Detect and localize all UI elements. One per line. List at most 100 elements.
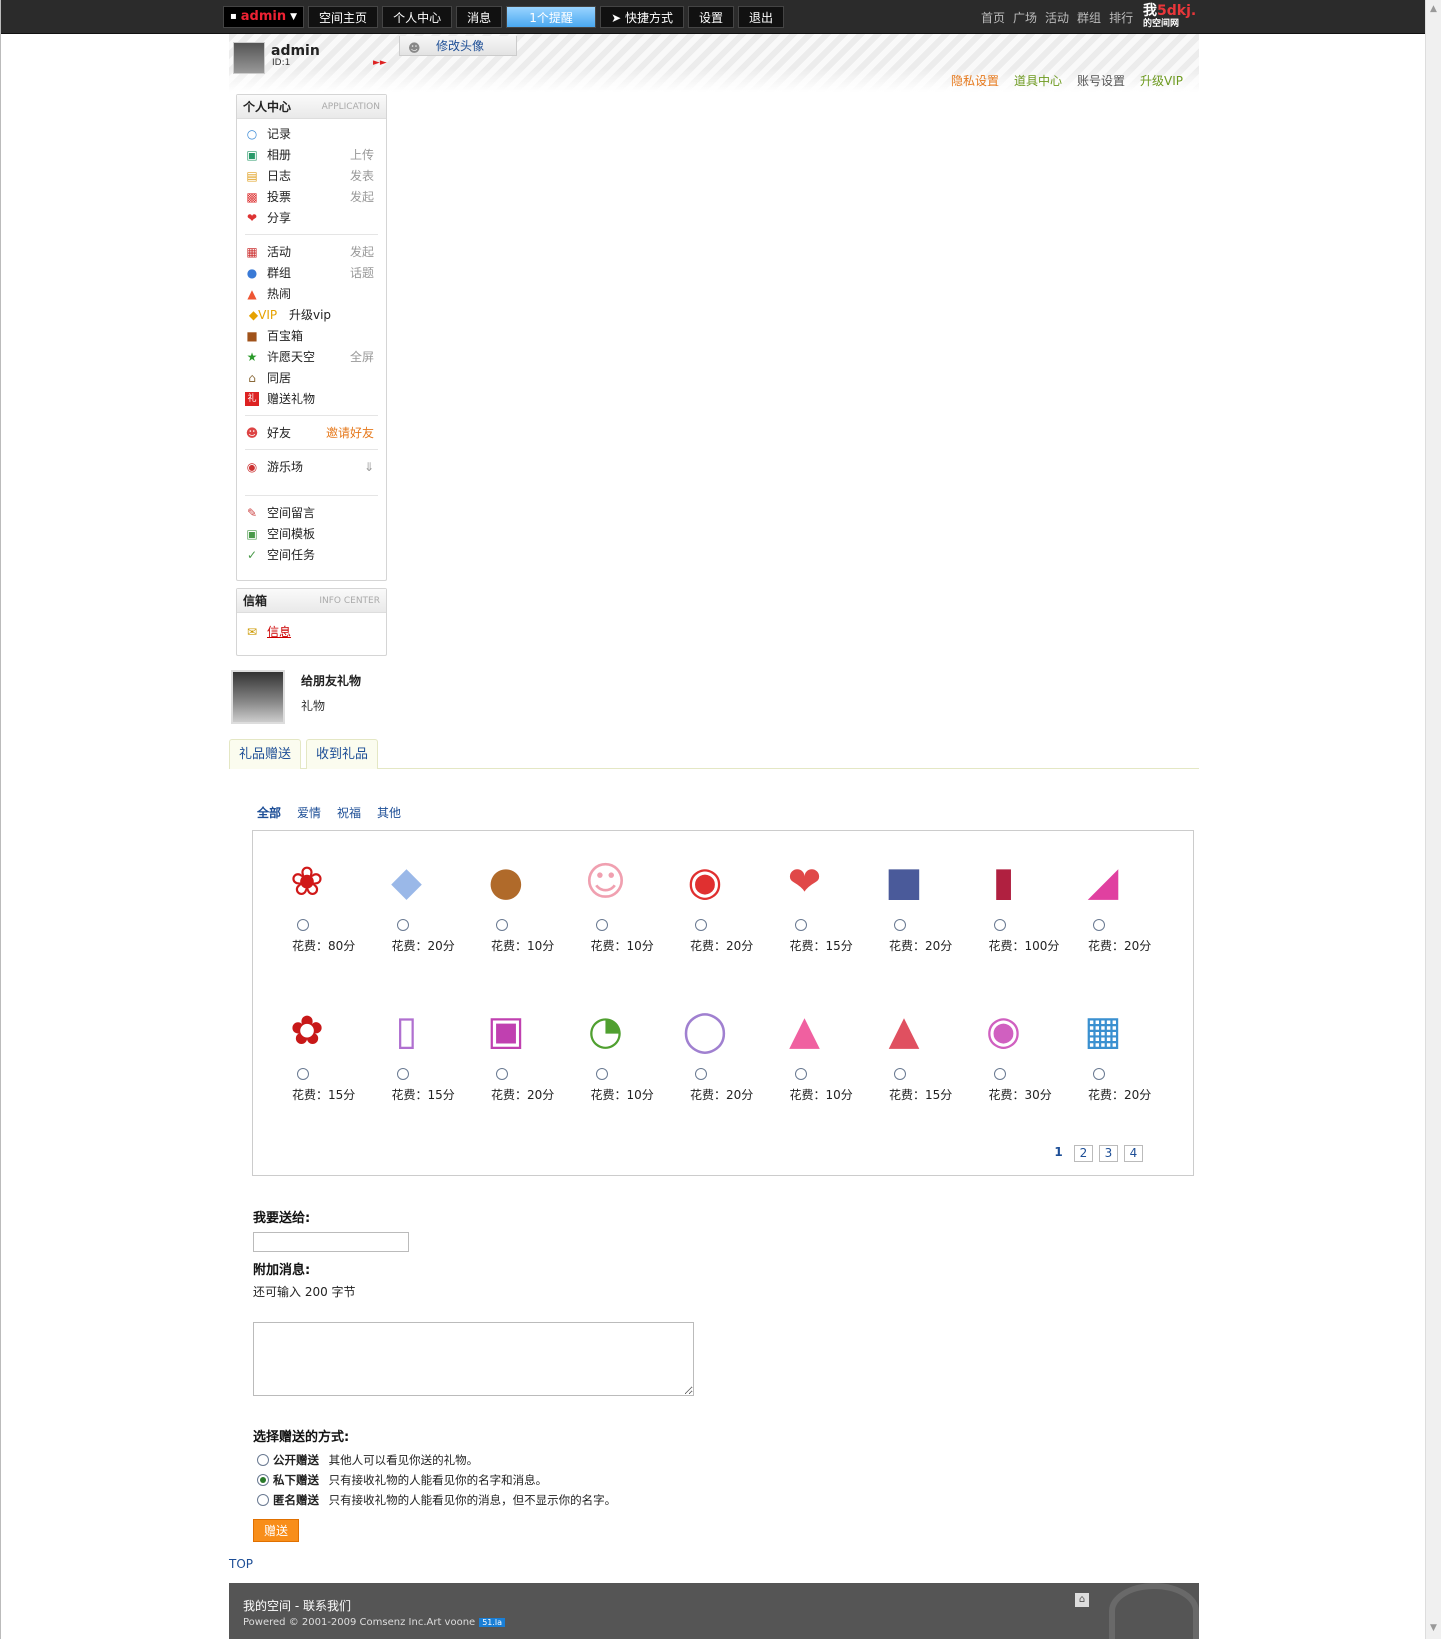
- sidebar-item-poll[interactable]: ▩ 投票 发起: [245, 186, 378, 207]
- diamond-icon[interactable]: ◆: [376, 851, 438, 913]
- sidebar-item-group[interactable]: ● 群组 话题: [245, 262, 378, 283]
- sidebar-item-album[interactable]: ▣ 相册 上传: [245, 144, 378, 165]
- footer-links[interactable]: 我的空间 - 联系我们: [243, 1597, 351, 1614]
- ring-icon[interactable]: ◯: [674, 1000, 736, 1062]
- lollipop-icon[interactable]: ◉: [674, 851, 736, 913]
- gift-radio[interactable]: [993, 1068, 1006, 1080]
- logout-button[interactable]: 退出: [738, 6, 785, 28]
- page-4-link[interactable]: 4: [1124, 1145, 1143, 1162]
- gift-item[interactable]: ▦ 花费：20分: [1068, 1000, 1158, 1103]
- sidebar-item-wish[interactable]: ★ 许愿天空 全屏: [245, 346, 378, 367]
- category-all[interactable]: 全部: [257, 804, 281, 821]
- gift-item[interactable]: ● 花费：10分: [471, 851, 561, 954]
- vertical-scrollbar[interactable]: ▲ ▼: [1425, 0, 1441, 1639]
- sidebar-item-event[interactable]: ▦ 活动 发起: [245, 241, 378, 262]
- perfume-icon[interactable]: ▣: [475, 1000, 537, 1062]
- gift-item[interactable]: ▲ 花费：15分: [869, 1000, 959, 1103]
- recipient-input[interactable]: [253, 1232, 409, 1252]
- gift-radio[interactable]: [297, 1068, 309, 1080]
- sidebar-item-action[interactable]: 全屏: [350, 348, 374, 365]
- option-public[interactable]: 公开赠送 其他人可以看见你送的礼物。: [257, 1452, 478, 1468]
- slippers-icon[interactable]: ◉: [973, 1000, 1035, 1062]
- gift-item[interactable]: ■ 花费：20分: [869, 851, 959, 954]
- cupid-icon[interactable]: ☺: [575, 851, 637, 913]
- gift-radio[interactable]: [794, 1068, 807, 1080]
- gift-radio[interactable]: [396, 1068, 409, 1080]
- sidebar-item-blog[interactable]: ▤ 日志 发表: [245, 165, 378, 186]
- edit-avatar-button[interactable]: ☻ 修改头像: [399, 36, 517, 56]
- love-card-icon[interactable]: ❤: [774, 851, 836, 913]
- shortcut-button[interactable]: ➤ 快捷方式: [600, 6, 684, 28]
- link-ranking[interactable]: 排行: [1109, 9, 1133, 26]
- link-privacy-settings[interactable]: 隐私设置: [951, 72, 999, 89]
- invite-friends-link[interactable]: 邀请好友: [326, 424, 374, 441]
- bouquet-icon[interactable]: ✿: [276, 1000, 338, 1062]
- page-2-link[interactable]: 2: [1074, 1145, 1093, 1162]
- gift-radio[interactable]: [1093, 919, 1105, 931]
- gift-item[interactable]: ▯ 花费：15分: [372, 1000, 462, 1103]
- category-love[interactable]: 爱情: [297, 804, 321, 821]
- sidebar-item-guestbook[interactable]: ✎ 空间留言: [245, 502, 378, 523]
- profile-avatar[interactable]: [231, 670, 285, 724]
- gift-radio[interactable]: [396, 919, 409, 931]
- reminder-button[interactable]: 1个提醒: [506, 6, 597, 28]
- link-events[interactable]: 活动: [1045, 9, 1069, 26]
- sidebar-item-action[interactable]: 发起: [350, 243, 374, 260]
- gift-radio[interactable]: [496, 1068, 508, 1080]
- tab-send-gift[interactable]: 礼品赠送: [229, 739, 302, 769]
- radio-public[interactable]: [257, 1454, 269, 1466]
- radio-private[interactable]: [257, 1474, 269, 1486]
- sidebar-item-action[interactable]: 发起: [350, 188, 374, 205]
- gift-radio[interactable]: [894, 919, 906, 931]
- option-private[interactable]: 私下赠送 只有接收礼物的人能看见你的名字和消息。: [257, 1472, 547, 1488]
- radio-anonymous[interactable]: [257, 1494, 269, 1506]
- gift-radio[interactable]: [1093, 1068, 1105, 1080]
- jelly-icon[interactable]: ▲: [774, 1000, 836, 1062]
- sidebar-item-friends[interactable]: ☻ 好友 邀请好友: [245, 422, 378, 443]
- lovebirds-icon[interactable]: ◔: [575, 1000, 637, 1062]
- gift-item[interactable]: ▲ 花费：10分: [770, 1000, 860, 1103]
- gift-item[interactable]: ◉ 花费：30分: [969, 1000, 1059, 1103]
- popsicle-icon[interactable]: ▯: [376, 1000, 438, 1062]
- message-textarea[interactable]: [253, 1322, 694, 1396]
- teddy-bear-icon[interactable]: ●: [475, 851, 537, 913]
- sidebar-item-vip[interactable]: ◆VIP 升级vip: [245, 304, 378, 325]
- messages-link[interactable]: 信息: [267, 623, 291, 640]
- link-groups[interactable]: 群组: [1077, 9, 1101, 26]
- settings-button[interactable]: 设置: [687, 6, 734, 28]
- scroll-up-icon[interactable]: ▲: [1428, 4, 1439, 16]
- tab-received-gifts[interactable]: 收到礼品: [306, 739, 379, 769]
- link-upgrade-vip[interactable]: 升级VIP: [1140, 72, 1183, 89]
- gift-radio[interactable]: [496, 919, 508, 931]
- gift-item[interactable]: ◆ 花费：20分: [372, 851, 462, 954]
- site-logo[interactable]: 我5dkj. 的空间网: [1143, 4, 1196, 30]
- gift-radio[interactable]: [297, 919, 309, 931]
- page-3-link[interactable]: 3: [1099, 1145, 1118, 1162]
- back-to-top-link[interactable]: TOP: [229, 1557, 253, 1571]
- send-button[interactable]: 赠送: [253, 1519, 299, 1542]
- sidebar-item-record[interactable]: ○ 记录: [245, 123, 378, 144]
- category-blessing[interactable]: 祝福: [337, 804, 361, 821]
- gift-item[interactable]: ☺ 花费：10分: [571, 851, 661, 954]
- sidebar-item-messages[interactable]: ✉ 信息: [245, 621, 378, 642]
- gift-item[interactable]: ❀ 花费：80分: [272, 851, 362, 954]
- sidebar-item-treasure[interactable]: ■ 百宝箱: [245, 325, 378, 346]
- gift-radio[interactable]: [595, 1068, 608, 1080]
- gift-radio[interactable]: [695, 919, 707, 931]
- sidebar-item-hot[interactable]: ▲ 热闹: [245, 283, 378, 304]
- gift-item[interactable]: ▮ 花费：100分: [969, 851, 1060, 954]
- sidebar-item-action[interactable]: 发表: [350, 167, 374, 184]
- sidebar-item-playground[interactable]: ◉ 游乐场 ⇓: [245, 456, 378, 477]
- gift-radio[interactable]: [993, 919, 1006, 931]
- gift-item[interactable]: ✿ 花费：15分: [272, 1000, 362, 1103]
- sidebar-item-task[interactable]: ✓ 空间任务: [245, 544, 378, 565]
- gift-item[interactable]: ◉ 花费：20分: [670, 851, 760, 954]
- gift-box-icon[interactable]: ▦: [1072, 1000, 1134, 1062]
- gift-item[interactable]: ◯ 花费：20分: [670, 1000, 760, 1103]
- rose-icon[interactable]: ❀: [276, 851, 338, 913]
- clothes-icon[interactable]: ■: [873, 851, 935, 913]
- sidebar-item-template[interactable]: ▣ 空间模板: [245, 523, 378, 544]
- sidebar-item-cohabit[interactable]: ⌂ 同居: [245, 367, 378, 388]
- link-props-center[interactable]: 道具中心: [1014, 72, 1062, 89]
- link-home[interactable]: 首页: [981, 9, 1005, 26]
